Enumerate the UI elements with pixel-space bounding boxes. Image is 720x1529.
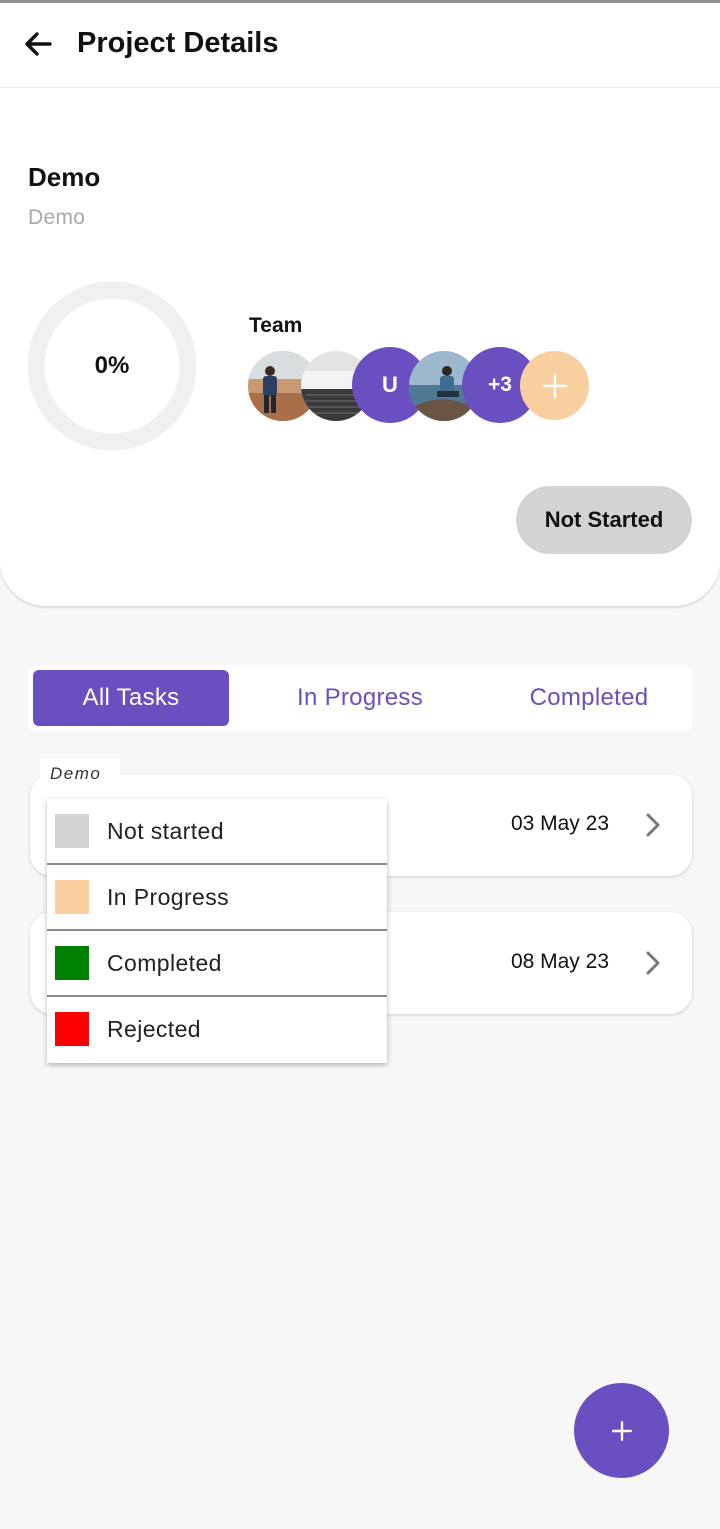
legend-swatch [55, 946, 89, 980]
legend-swatch [55, 880, 89, 914]
task-date: 03 May 23 [510, 812, 609, 835]
member-initial: U [382, 372, 398, 397]
legend-item-in-progress[interactable]: In Progress [47, 865, 387, 931]
tab-in-progress[interactable]: In Progress [260, 670, 460, 726]
add-task-button[interactable] [574, 1383, 669, 1478]
legend-label: Completed [107, 950, 222, 976]
legend-label: In Progress [107, 884, 230, 910]
arrow-left-icon[interactable] [22, 28, 54, 60]
task-date: 08 May 23 [510, 950, 609, 973]
project-description: Demo [28, 206, 86, 229]
legend-swatch [55, 1012, 89, 1046]
tab-completed[interactable]: Completed [498, 670, 680, 726]
tab-all-tasks[interactable]: All Tasks [33, 670, 229, 726]
project-summary-card: Demo Demo 0% Team U +3 Not Started [0, 88, 720, 606]
legend-label: Not started [107, 818, 224, 844]
status-legend-popup: Not started In Progress Completed Reject… [47, 799, 387, 1063]
add-team-member-button[interactable] [520, 351, 589, 420]
project-status-button[interactable]: Not Started [516, 486, 692, 554]
legend-item-not-started[interactable]: Not started [47, 799, 387, 865]
chevron-right-icon [646, 951, 660, 975]
legend-item-rejected[interactable]: Rejected [47, 997, 387, 1063]
chevron-right-icon [646, 813, 660, 837]
task-group-label: Demo [40, 759, 120, 787]
team-label: Team [249, 314, 303, 337]
page-title: Project Details [77, 27, 279, 59]
task-filter-tabs: All Tasks In Progress Completed [28, 665, 692, 731]
plus-icon [542, 373, 567, 398]
legend-label: Rejected [107, 1016, 201, 1042]
app-bar: Project Details [0, 3, 720, 88]
more-count-label: +3 [488, 373, 512, 396]
progress-percent: 0% [94, 352, 130, 379]
plus-icon [611, 1420, 632, 1441]
legend-swatch [55, 814, 89, 848]
legend-item-completed[interactable]: Completed [47, 931, 387, 997]
project-name: Demo [28, 162, 101, 192]
